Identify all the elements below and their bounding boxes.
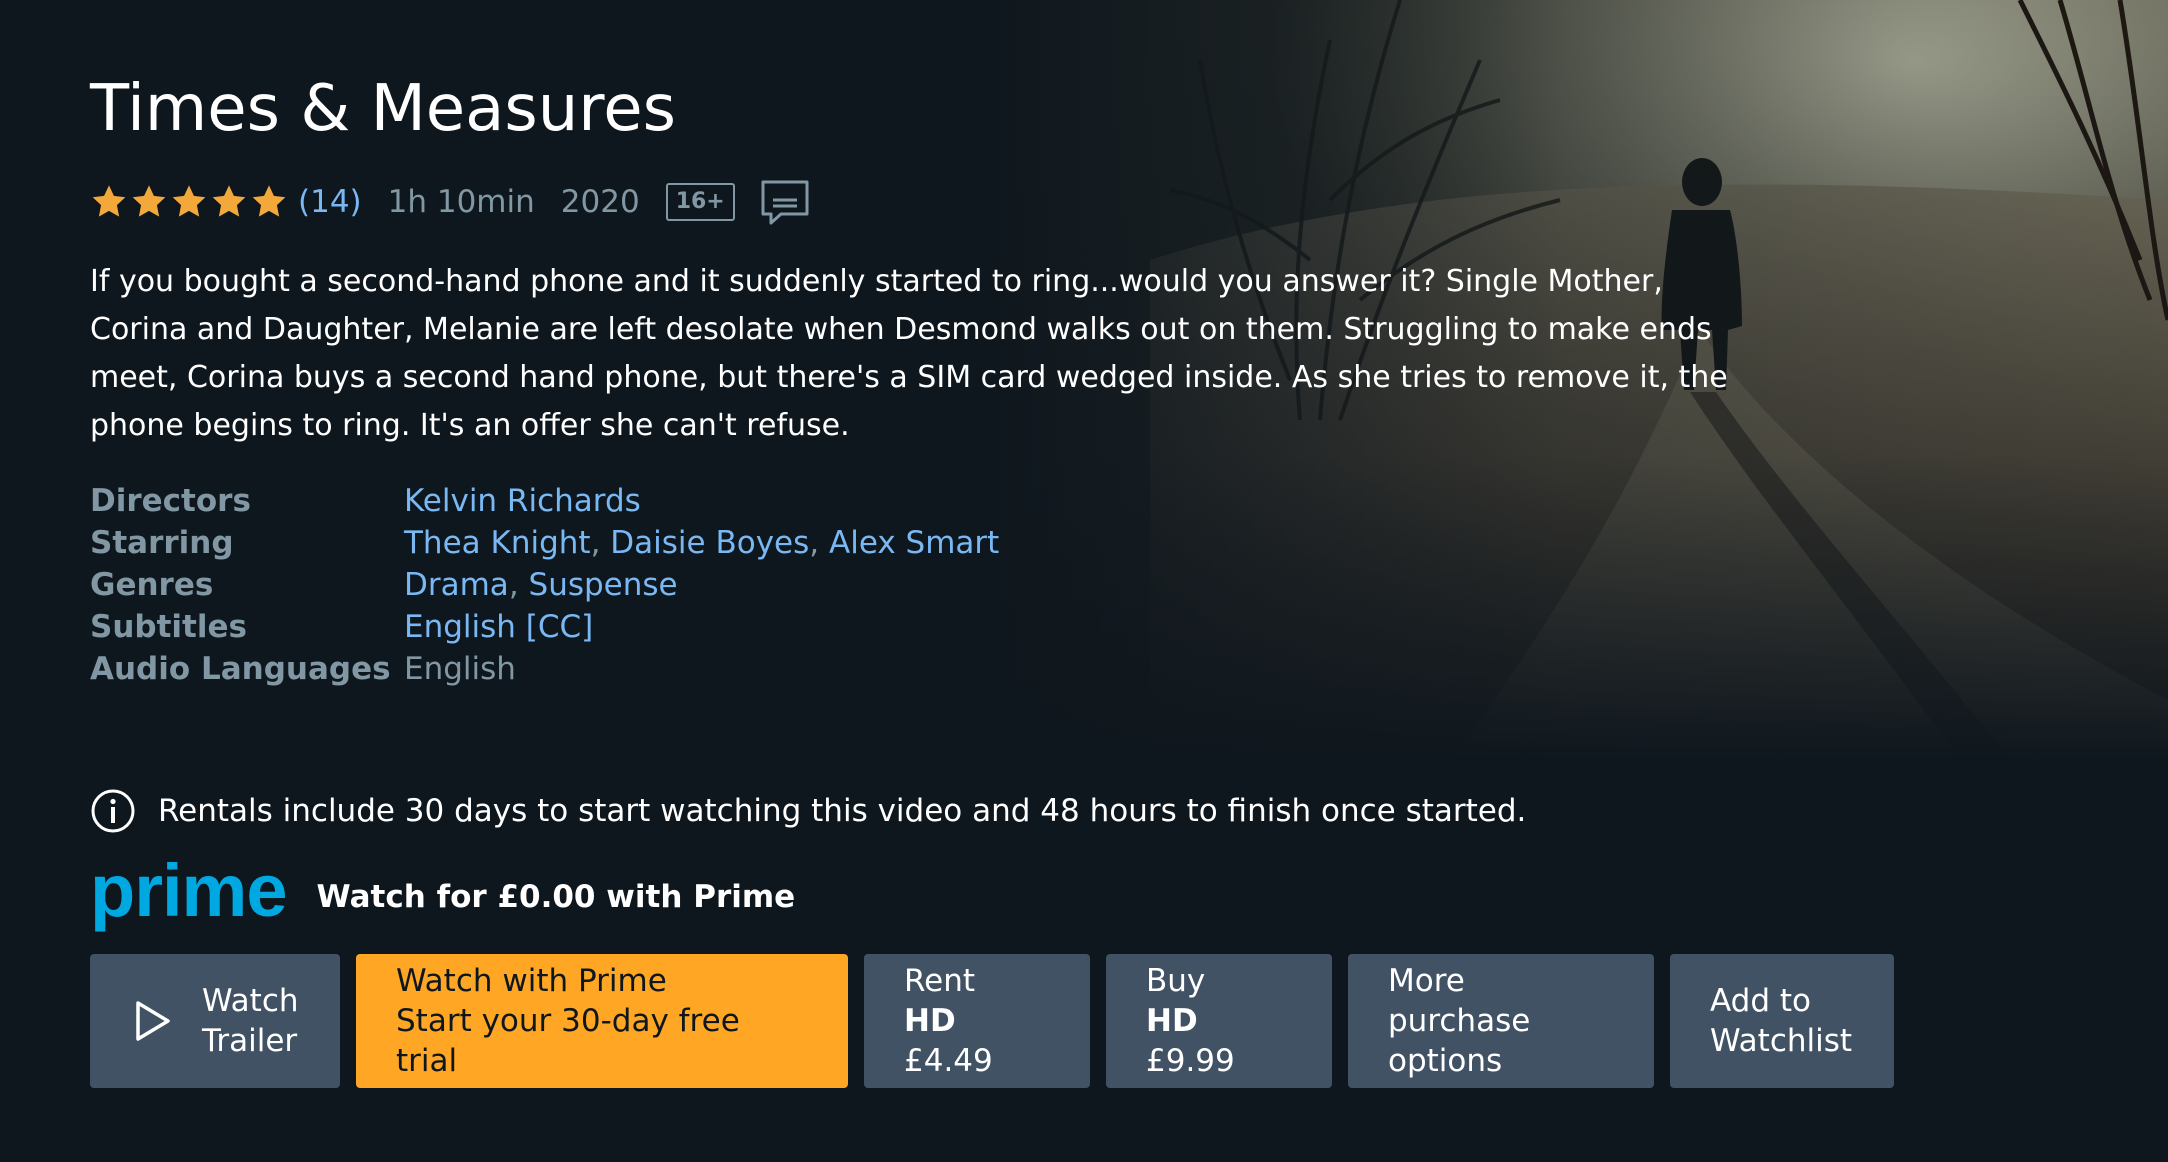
genres-label: Genres — [90, 567, 214, 603]
subtitles-icon — [761, 180, 809, 225]
rent-price: £4.49 — [904, 1043, 993, 1079]
prime-button-line1: Watch with Prime — [396, 963, 667, 999]
subtitle-link[interactable]: English [CC] — [404, 609, 593, 645]
separator: , — [590, 525, 611, 561]
action-buttons: Watch Trailer Watch with Prime Start you… — [90, 954, 1894, 1088]
more-line1: More purchase — [1388, 963, 1531, 1039]
rental-notice: Rentals include 30 days to start watchin… — [90, 788, 1526, 834]
prime-offer-text: Watch for £0.00 with Prime — [316, 879, 796, 915]
details-list: Directors Kelvin Richards Starring Thea … — [90, 480, 999, 690]
star-icon — [172, 185, 206, 217]
age-rating-badge: 16+ — [665, 183, 735, 221]
watchlist-line2: Watchlist — [1710, 1023, 1853, 1059]
info-icon — [91, 789, 135, 833]
subtitles-value: English [CC] — [404, 606, 999, 648]
meta-row: (14) 1h 10min 2020 16+ — [90, 176, 811, 228]
watchlist-line1: Add to — [1710, 983, 1811, 1019]
buy-quality: HD — [1146, 1003, 1198, 1039]
play-icon — [136, 1001, 170, 1041]
audio-language: English — [404, 651, 516, 687]
buy-price: £9.99 — [1146, 1043, 1235, 1079]
watch-with-prime-button[interactable]: Watch with Prime Start your 30-day free … — [356, 954, 848, 1088]
more-line2: options — [1388, 1043, 1503, 1079]
genres-value: Drama, Suspense — [404, 564, 999, 606]
starring-value: Thea Knight, Daisie Boyes, Alex Smart — [404, 522, 999, 564]
rent-label: Rent — [904, 963, 976, 999]
separator: , — [809, 525, 829, 561]
director-link[interactable]: Kelvin Richards — [404, 483, 641, 519]
page-title: Times & Measures — [90, 72, 676, 146]
buy-label: Buy — [1146, 963, 1206, 999]
separator: , — [508, 567, 529, 603]
trailer-line1: Watch — [202, 983, 299, 1019]
star-icon — [252, 185, 286, 217]
prime-logo: prime — [90, 849, 288, 932]
add-to-watchlist-button[interactable]: Add to Watchlist — [1670, 954, 1894, 1088]
trailer-line2: Trailer — [202, 1023, 298, 1059]
directors-label: Directors — [90, 483, 251, 519]
directors-value: Kelvin Richards — [404, 480, 999, 522]
prime-button-line2: Start your 30-day free trial — [396, 1003, 740, 1079]
rent-button[interactable]: Rent HD £4.49 — [864, 954, 1090, 1088]
genre-link[interactable]: Suspense — [529, 567, 678, 603]
buy-price-line: HD £9.99 — [1146, 1001, 1292, 1081]
release-year: 2020 — [560, 184, 640, 220]
subtitles-label: Subtitles — [90, 609, 247, 645]
cast-link[interactable]: Alex Smart — [829, 525, 999, 561]
audio-languages-label: Audio Languages — [90, 651, 391, 687]
star-icon — [92, 185, 126, 217]
rental-notice-text: Rentals include 30 days to start watchin… — [158, 793, 1527, 829]
rent-quality: HD — [904, 1003, 956, 1039]
buy-button[interactable]: Buy HD £9.99 — [1106, 954, 1332, 1088]
starring-label: Starring — [90, 525, 234, 561]
cast-link[interactable]: Thea Knight — [404, 525, 591, 561]
rent-price-line: HD £4.49 — [904, 1001, 1050, 1081]
cast-link[interactable]: Daisie Boyes — [610, 525, 809, 561]
watch-trailer-button[interactable]: Watch Trailer — [90, 954, 340, 1088]
genre-link[interactable]: Drama — [404, 567, 509, 603]
rating-count[interactable]: (14) — [298, 184, 362, 220]
star-icon — [132, 185, 166, 217]
star-icon — [212, 185, 246, 217]
star-rating[interactable] — [90, 183, 288, 221]
prime-offer-row: prime Watch for £0.00 with Prime — [90, 854, 796, 934]
runtime: 1h 10min — [387, 184, 535, 220]
synopsis: If you bought a second-hand phone and it… — [90, 264, 1728, 443]
more-purchase-options-button[interactable]: More purchase options — [1348, 954, 1654, 1088]
audio-languages-value: English — [404, 648, 999, 690]
